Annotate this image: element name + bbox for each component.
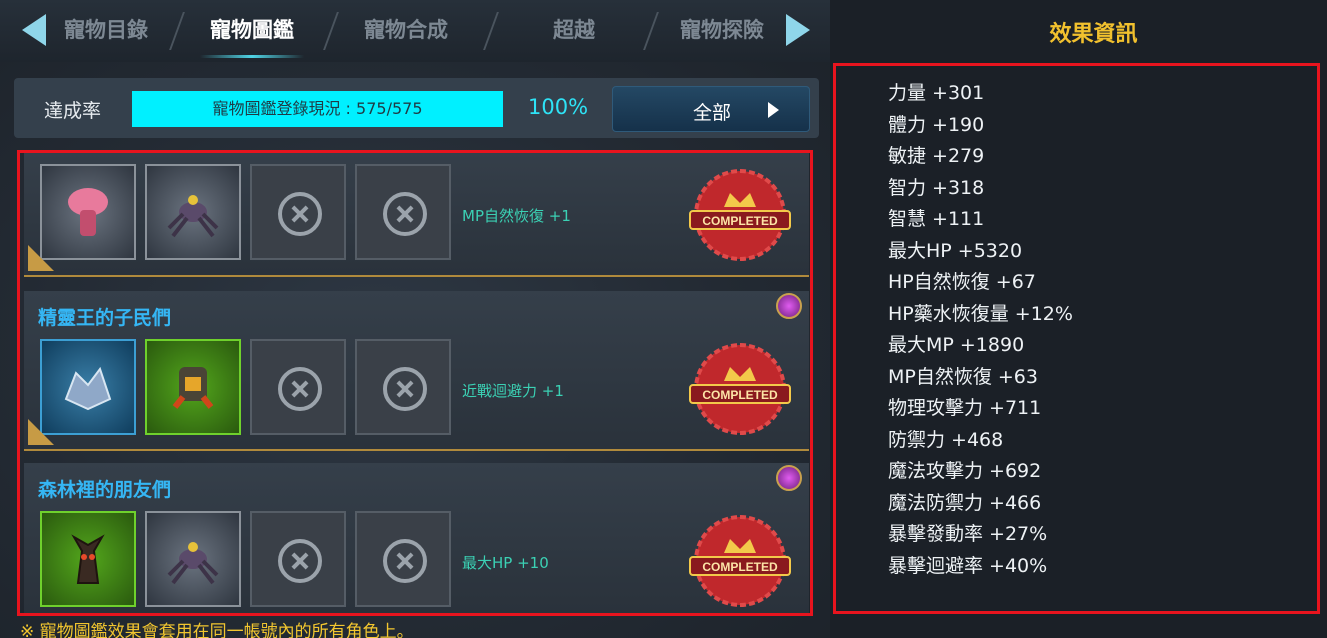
- codex-progress-text: 寵物圖鑑登錄現況 : 575/575: [212, 99, 423, 118]
- spider-pet-icon: [167, 195, 219, 238]
- completed-seal-icon: COMPLETED: [689, 343, 791, 435]
- stat-line: 最大HP +5320: [888, 239, 1023, 262]
- collection-row[interactable]: 精靈王的子民們 近戰迴避力 +1 COMPLETED: [24, 291, 809, 451]
- collection-row[interactable]: MP自然恢復 +1 COMPLETED: [24, 153, 809, 277]
- tab-prev-arrow-icon[interactable]: [22, 14, 46, 46]
- collection-effect: 近戰迴避力 +1: [462, 382, 564, 400]
- pet-slot[interactable]: [145, 339, 241, 435]
- stat-line: HP自然恢復 +67: [888, 271, 1036, 293]
- stat-line: 最大MP +1890: [888, 334, 1025, 356]
- treant-pet-icon: [71, 534, 105, 584]
- tab-bar: 寵物目錄 寵物圖鑑 寵物合成 超越 寵物探險: [0, 0, 830, 62]
- stat-line: 暴擊迴避率 +40%: [888, 554, 1048, 577]
- pet-slot[interactable]: [145, 164, 241, 260]
- pet-slot-empty[interactable]: [355, 339, 451, 435]
- stat-line: 物理攻擊力 +711: [888, 397, 1042, 419]
- pet-slot-empty[interactable]: [250, 511, 346, 607]
- locked-x-icon: [383, 192, 427, 236]
- corner-ornament: [28, 419, 54, 445]
- completed-label: COMPLETED: [702, 560, 778, 574]
- pet-slot-empty[interactable]: [355, 511, 451, 607]
- locked-x-icon: [278, 539, 322, 583]
- locked-x-icon: [383, 367, 427, 411]
- tab-divider: [323, 12, 339, 50]
- pet-slot[interactable]: [40, 164, 136, 260]
- pet-collection-panel: 寵物目錄 寵物圖鑑 寵物合成 超越 寵物探險 達成率 寵物圖鑑登錄現況 : 57…: [0, 0, 830, 638]
- stat-line: 魔法攻擊力 +692: [888, 460, 1042, 482]
- collection-row[interactable]: 森林裡的朋友們 最大HP +10 COMPLETED: [24, 463, 809, 613]
- completed-seal-icon: COMPLETED: [689, 169, 791, 261]
- tab-pet-list[interactable]: 寵物目錄: [48, 0, 164, 62]
- achievement-rate-label: 達成率: [44, 100, 102, 122]
- effects-stat-list[interactable]: 力量 +301 體力 +190 敏捷 +279 智力 +318 智慧 +111 …: [833, 63, 1320, 614]
- filter-all-label: 全部: [693, 102, 732, 124]
- codex-footnote: ※ 寵物圖鑑效果會套用在同一帳號內的所有角色上。: [20, 622, 414, 638]
- filter-all-button[interactable]: 全部: [612, 86, 810, 132]
- locked-x-icon: [278, 192, 322, 236]
- collection-title: 精靈王的子民們: [38, 307, 172, 329]
- completed-label: COMPLETED: [702, 388, 778, 402]
- stat-line: HP藥水恢復量 +12%: [888, 302, 1073, 325]
- stat-line: 魔法防禦力 +466: [888, 491, 1042, 514]
- tab-divider: [483, 12, 499, 50]
- stat-line: 智力 +318: [888, 176, 985, 199]
- purple-gem-icon: [776, 293, 802, 319]
- stat-line: 智慧 +111: [888, 208, 985, 230]
- completed-label: COMPLETED: [702, 214, 778, 228]
- armored-golem-pet-icon: [172, 367, 214, 409]
- pet-slot[interactable]: [40, 511, 136, 607]
- locked-x-icon: [383, 539, 427, 583]
- achievement-rate-bar: 達成率 寵物圖鑑登錄現況 : 575/575 100% 全部: [14, 78, 819, 138]
- tab-pet-expedition[interactable]: 寵物探險: [664, 0, 780, 62]
- completed-seal-icon: COMPLETED: [689, 515, 791, 607]
- collection-effect: 最大HP +10: [462, 554, 549, 572]
- spider-pet-icon: [167, 542, 219, 585]
- tab-divider: [643, 12, 659, 50]
- tab-pet-codex[interactable]: 寵物圖鑑: [190, 0, 314, 62]
- codex-progress-bar: 寵物圖鑑登錄現況 : 575/575: [132, 91, 503, 127]
- stat-line: 防禦力 +468: [888, 428, 1004, 451]
- play-arrow-icon: [768, 102, 779, 118]
- pet-slot[interactable]: [40, 339, 136, 435]
- tab-divider: [169, 12, 185, 50]
- crystal-beast-pet-icon: [64, 366, 112, 411]
- corner-ornament: [28, 245, 54, 271]
- tab-next-arrow-icon[interactable]: [786, 14, 810, 46]
- stat-line: 體力 +190: [888, 113, 985, 136]
- purple-gem-icon: [776, 465, 802, 491]
- effects-info-panel: 效果資訊 力量 +301 體力 +190 敏捷 +279 智力 +318 智慧 …: [830, 0, 1327, 638]
- collection-effect: MP自然恢復 +1: [462, 207, 571, 225]
- tab-pet-fusion[interactable]: 寵物合成: [348, 0, 464, 62]
- pet-slot-empty[interactable]: [250, 164, 346, 260]
- collection-list[interactable]: MP自然恢復 +1 COMPLETED 精靈王的子民們 近戰迴避力 +1 COM…: [17, 150, 813, 616]
- pet-slot-empty[interactable]: [250, 339, 346, 435]
- stat-line: 敏捷 +279: [888, 145, 985, 167]
- stat-line: MP自然恢復 +63: [888, 365, 1038, 388]
- tab-transcend[interactable]: 超越: [520, 0, 628, 62]
- achievement-percent: 100%: [528, 95, 589, 119]
- locked-x-icon: [278, 367, 322, 411]
- stat-line: 暴擊發動率 +27%: [888, 523, 1048, 545]
- effects-panel-title: 效果資訊: [1049, 22, 1138, 47]
- pink-jellyfish-pet-icon: [68, 188, 108, 236]
- collection-title: 森林裡的朋友們: [38, 479, 172, 501]
- stat-line: 力量 +301: [888, 82, 985, 104]
- pet-slot[interactable]: [145, 511, 241, 607]
- pet-slot-empty[interactable]: [355, 164, 451, 260]
